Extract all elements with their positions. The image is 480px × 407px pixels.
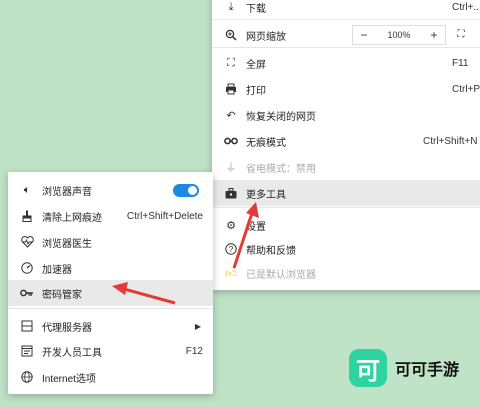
watermark: 可 可可手游 bbox=[349, 349, 459, 387]
arrow-to-password-manager bbox=[112, 282, 176, 305]
annotation-arrows bbox=[112, 202, 259, 305]
arrow-to-more-tools bbox=[232, 202, 259, 269]
watermark-text: 可可手游 bbox=[395, 362, 460, 379]
watermark-logo: 可 bbox=[349, 349, 387, 387]
